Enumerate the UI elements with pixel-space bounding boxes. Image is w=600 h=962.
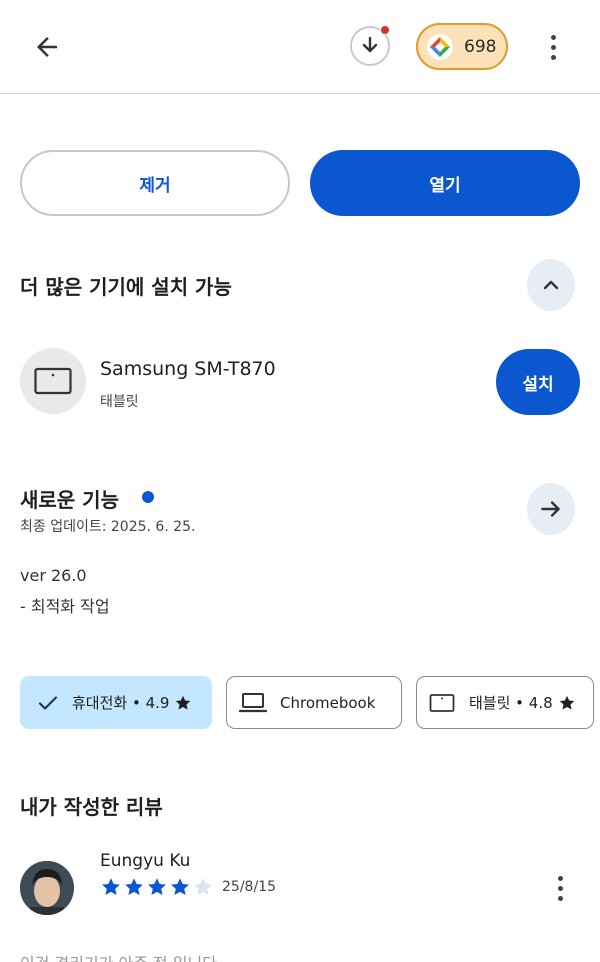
review-more-button[interactable] [548, 869, 572, 907]
tablet-icon [34, 367, 72, 395]
arrow-back-icon [37, 37, 57, 57]
star-icon [194, 878, 212, 895]
device-avatar [20, 348, 86, 414]
back-button[interactable] [24, 26, 70, 68]
check-icon [38, 695, 58, 710]
star-icon [171, 878, 189, 895]
last-updated: 최종 업데이트: 2025. 6. 25. [20, 519, 196, 535]
star-icon [125, 878, 143, 895]
my-review-title: 내가 작성한 리뷰 [20, 795, 163, 819]
more-options-button[interactable] [538, 28, 568, 66]
install-button[interactable]: 설치 [496, 349, 580, 415]
avatar [20, 861, 74, 915]
downloads-button[interactable] [350, 25, 390, 66]
chip-phone-label: 휴대전화 • 4.9 [72, 694, 170, 712]
chip-chromebook[interactable]: Chromebook [226, 676, 402, 729]
tablet-icon [429, 693, 455, 712]
chip-phone[interactable]: 휴대전화 • 4.9 [20, 676, 212, 729]
play-points-button[interactable]: 698 [416, 23, 508, 70]
review-text: 이건 경리기가 아주 정 입니다 [20, 950, 217, 962]
open-button[interactable]: 열기 [310, 150, 580, 216]
more-vert-icon [557, 875, 563, 881]
top-app-bar: 698 [0, 0, 600, 94]
more-devices-title: 더 많은 기기에 설치 가능 [20, 275, 232, 299]
reviewer-name: Eungyu Ku [100, 851, 191, 871]
whats-new-title: 새로운 기능 [20, 488, 119, 512]
device-name: Samsung SM-T870 [100, 358, 276, 380]
notification-dot [380, 25, 390, 35]
release-note-line: ver 26.0 [20, 566, 87, 585]
star-icon [559, 695, 574, 710]
star-icon [148, 878, 166, 895]
chip-tablet-label: 태블릿 • 4.8 [469, 694, 553, 712]
play-points-icon [427, 33, 453, 60]
points-value: 698 [464, 36, 497, 57]
download-icon [362, 36, 378, 53]
star-icon [176, 695, 191, 710]
remove-button[interactable]: 제거 [20, 150, 290, 216]
whats-new-details-button[interactable] [527, 483, 575, 535]
release-note-line: - 최적화 작업 [20, 597, 110, 616]
device-type: 태블릿 [100, 394, 139, 410]
more-vert-icon [550, 34, 556, 40]
collapse-button[interactable] [527, 259, 575, 311]
chevron-up-icon [543, 280, 559, 290]
arrow-forward-icon [541, 501, 560, 517]
star-icon [102, 878, 120, 895]
rating-stars [100, 876, 214, 898]
chip-tablet[interactable]: 태블릿 • 4.8 [416, 676, 594, 729]
laptop-icon [239, 692, 267, 712]
chip-chromebook-label: Chromebook [280, 693, 376, 712]
new-indicator-dot [142, 491, 154, 503]
review-date: 25/8/15 [222, 879, 276, 895]
